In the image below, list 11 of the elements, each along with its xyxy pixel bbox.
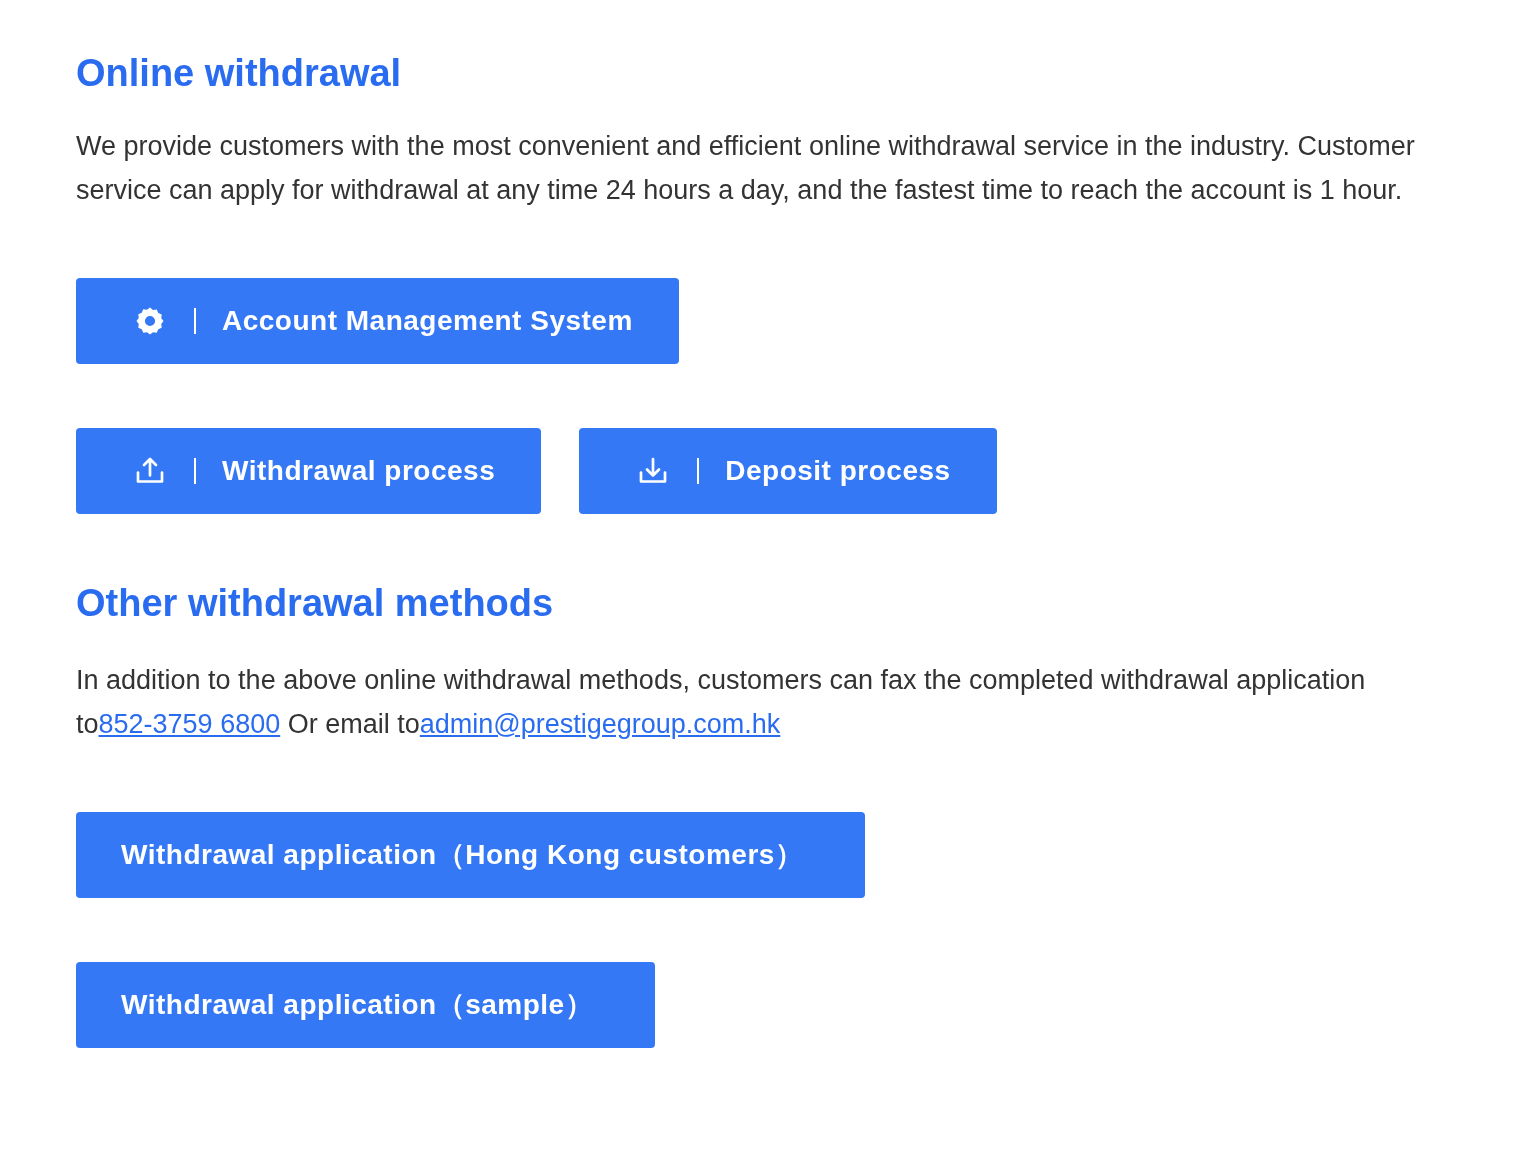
section-heading: Online withdrawal	[76, 51, 403, 96]
withdrawal-application-button[interactable]: Withdrawal application（Hong Kong customers）	[76, 812, 866, 898]
withdrawal-application-button[interactable]: Withdrawal application（sample）	[76, 962, 656, 1048]
process-button[interactable]: Deposit process	[579, 428, 997, 514]
description-paragraph: In addition to the above online withdrawal methods, customers can fax the completed withdrawal application to852-3759 6800 Or email toadmin@prestigegroup.com.hk	[76, 664, 1367, 741]
phone-link[interactable]: 852-3759 6800	[98, 709, 281, 739]
email-link[interactable]: admin@prestigegroup.com.hk	[419, 709, 781, 739]
section-heading: Other withdrawal methods	[76, 581, 555, 626]
process-button[interactable]: Account Management System	[76, 278, 679, 364]
description-paragraph: We provide customers with the most convenient and efficient online withdrawal service in the industry. Customer service can apply for withdrawal at any time 24 hours a day, and the fastest time to reach the account is 1 hour.	[76, 130, 1416, 207]
process-button[interactable]: Withdrawal process	[76, 428, 542, 514]
